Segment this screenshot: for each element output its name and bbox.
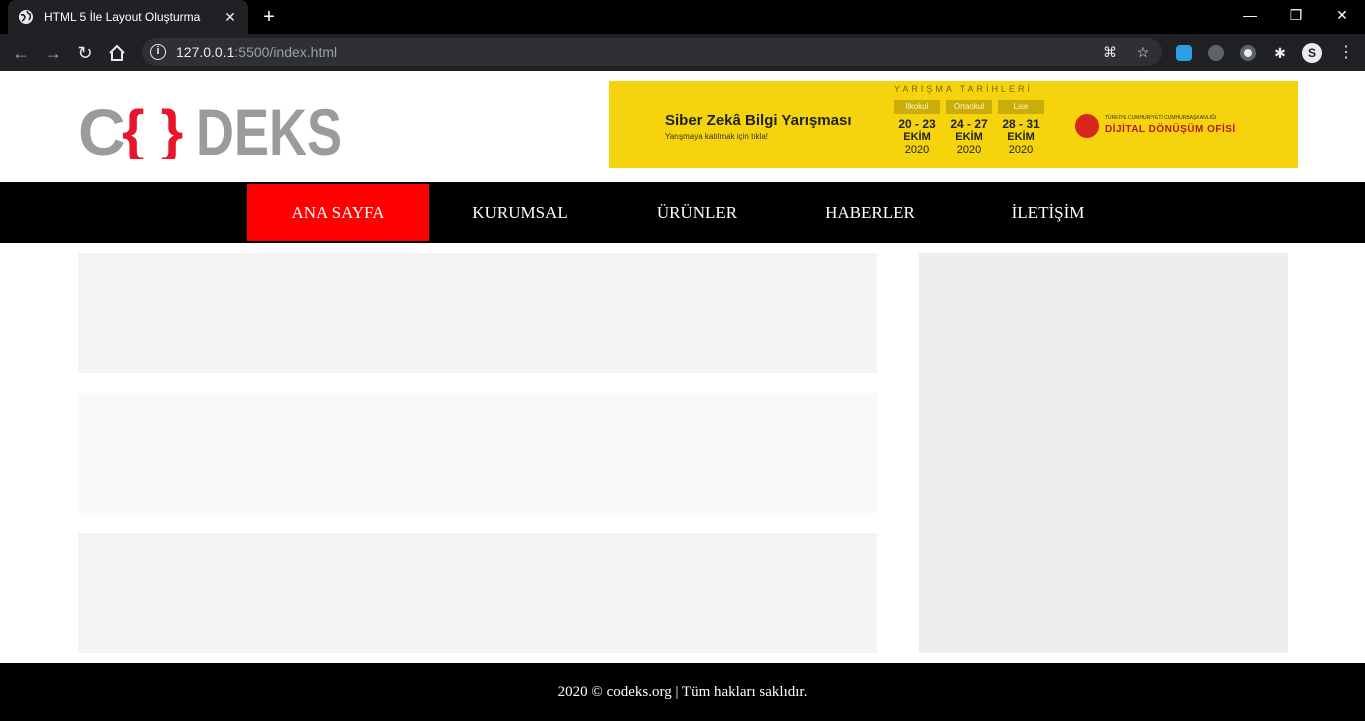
- banner-title: Siber Zekâ Bilgi Yarışması: [665, 112, 852, 129]
- gear-extension-icon[interactable]: [1208, 45, 1224, 61]
- banner-org-small: TÜRKİYE CUMHURİYETİ CUMHURBAŞKANLIĞI: [1105, 115, 1217, 121]
- codeks-logo[interactable]: C { } DEKS: [78, 95, 342, 169]
- seal-icon: [1075, 114, 1099, 138]
- banner-month: EKİM: [1007, 131, 1035, 143]
- content-block-2: [78, 393, 877, 513]
- banner-level: İlkokul: [894, 100, 940, 114]
- reload-icon[interactable]: ↻: [72, 40, 98, 66]
- url-path: :5500/index.html: [234, 44, 338, 60]
- page-header: C { } DEKS Siber Zekâ Bilgi Yarışması Ya…: [0, 71, 1365, 182]
- competition-banner[interactable]: Siber Zekâ Bilgi Yarışması Yarışmaya kat…: [609, 81, 1298, 168]
- banner-year: 2020: [904, 144, 930, 156]
- banner-date-column: Ortaokul 24 - 27 EKİM 2020: [946, 100, 992, 157]
- back-arrow-icon[interactable]: ←: [8, 40, 34, 66]
- address-bar[interactable]: i 127.0.0.1:5500/index.html ⌘ ☆: [142, 38, 1162, 66]
- browser-tab[interactable]: HTML 5 İle Layout Oluşturma ✕: [8, 0, 248, 34]
- browser-toolbar: ← → ↻ i 127.0.0.1:5500/index.html ⌘ ☆ ✱ …: [0, 34, 1365, 71]
- content-block-1: [78, 253, 877, 373]
- svg-text:{ }: { }: [122, 99, 183, 159]
- svg-text:C: C: [78, 99, 126, 159]
- tab-close-icon[interactable]: ✕: [222, 9, 238, 25]
- window-close-button[interactable]: ✕: [1319, 0, 1365, 34]
- home-icon[interactable]: [104, 40, 130, 66]
- banner-level: Lise: [998, 100, 1044, 114]
- profile-avatar[interactable]: S: [1302, 43, 1322, 63]
- url-host: 127.0.0.1: [176, 44, 235, 60]
- svg-text:DEKS: DEKS: [196, 99, 342, 159]
- banner-month: EKİM: [903, 131, 931, 143]
- banner-dates: 28 - 31: [1002, 117, 1040, 131]
- banner-dates: 24 - 27: [950, 117, 988, 131]
- nav-item-ana-sayfa[interactable]: ANA SAYFA: [247, 184, 429, 241]
- banner-dates: 20 - 23: [898, 117, 936, 131]
- page-footer: 2020 © codeks.org | Tüm hakları saklıdır…: [0, 663, 1365, 721]
- site-info-icon[interactable]: i: [150, 44, 166, 60]
- forward-arrow-icon[interactable]: →: [40, 40, 66, 66]
- puzzle-extensions-icon[interactable]: ✱: [1272, 45, 1288, 61]
- new-tab-button[interactable]: +: [258, 6, 280, 28]
- window-restore-button[interactable]: ❐: [1273, 0, 1319, 34]
- banner-date-column: Lise 28 - 31 EKİM 2020: [998, 100, 1044, 157]
- banner-year: 2020: [956, 144, 982, 156]
- tab-title: HTML 5 İle Layout Oluşturma: [44, 10, 201, 24]
- banner-month: EKİM: [955, 131, 983, 143]
- browser-tab-strip: HTML 5 İle Layout Oluşturma ✕ + — ❐ ✕: [0, 0, 1365, 34]
- banner-org: DİJİTAL DÖNÜŞÜM OFİSİ: [1105, 124, 1236, 135]
- sidebar-block: [919, 253, 1288, 653]
- banner-subtitle: Yarışmaya katılmak için tıkla!: [665, 132, 768, 141]
- nav-item-kurumsal[interactable]: KURUMSAL: [430, 184, 610, 241]
- nav-item-haberler[interactable]: HABERLER: [782, 184, 958, 241]
- banner-date-column: İlkokul 20 - 23 EKİM 2020: [894, 100, 940, 157]
- banner-dates-heading: YARIŞMA TARİHLERİ: [894, 84, 1034, 94]
- main-nav: ANA SAYFA KURUMSAL ÜRÜNLER HABERLER İLET…: [0, 182, 1365, 243]
- window-minimize-button[interactable]: —: [1227, 0, 1273, 34]
- banner-year: 2020: [1008, 144, 1034, 156]
- bookmark-star-icon[interactable]: ☆: [1135, 44, 1151, 60]
- translate-icon[interactable]: ⌘: [1102, 44, 1118, 60]
- nav-item-urunler[interactable]: ÜRÜNLER: [612, 184, 782, 241]
- nav-item-iletisim[interactable]: İLETİŞİM: [958, 184, 1138, 241]
- record-extension-icon[interactable]: [1240, 45, 1256, 61]
- globe-icon: [18, 9, 34, 25]
- more-menu-icon[interactable]: ⋮: [1338, 45, 1354, 61]
- banner-level: Ortaokul: [946, 100, 992, 114]
- cloud-extension-icon[interactable]: [1176, 45, 1192, 61]
- content-block-3: [78, 533, 877, 653]
